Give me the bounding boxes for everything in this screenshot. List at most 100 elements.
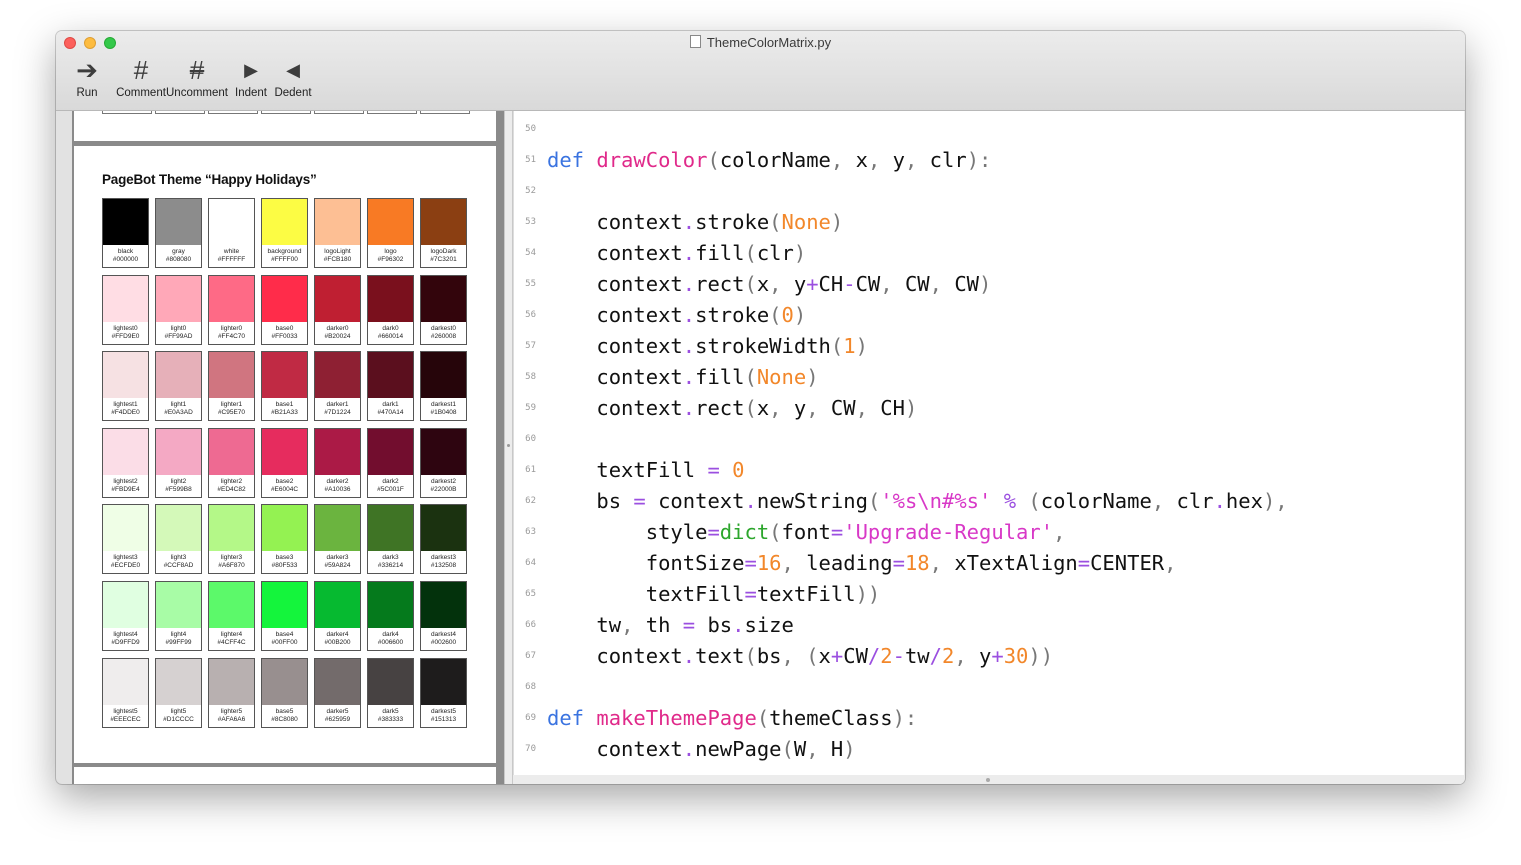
color-swatch-dark5: dark5 #383333 [367, 657, 414, 728]
swatch-name: lighter4 [220, 631, 243, 638]
divider-handle-icon[interactable] [507, 444, 510, 447]
swatch-hex: #5C001F [377, 485, 404, 493]
color-swatch-dark0: dark0 #660014 [367, 274, 414, 345]
swatch-fill [421, 275, 466, 322]
swatch-name: light4 [170, 631, 187, 638]
toolbar-comment-button[interactable]: # Comment [115, 55, 167, 99]
hash-slash-icon: # [189, 55, 205, 85]
code-line[interactable]: 67 context.text(bs, (x+CW/2-tw/2, y+30)) [514, 641, 1464, 672]
color-swatch-logoDark: logoDark #7C3201 [420, 198, 467, 268]
color-swatch-lighter5: lighter5 #AFA6A6 [208, 657, 255, 728]
color-swatch-lighter3: lighter3 #A6F870 [208, 504, 255, 575]
code-line[interactable]: 54 context.fill(clr) [514, 238, 1464, 269]
swatch-hex: #808080 [165, 256, 192, 263]
code-line[interactable]: 50 [514, 114, 1464, 145]
color-swatch-darkest0: darkest0 #260008 [420, 274, 467, 345]
line-number: 64 [525, 558, 536, 568]
swatch-name: dark0 [382, 324, 399, 332]
code-line[interactable]: 68 [514, 672, 1464, 703]
swatch-fill [368, 428, 413, 475]
swatch-hex: #F599B8 [165, 485, 192, 493]
swatch-name: darker2 [326, 477, 349, 485]
swatch-name: lightest0 [113, 324, 138, 332]
swatch-hex: #E0A3AD [164, 409, 193, 417]
swatch-name: lightest1 [113, 401, 138, 409]
code-text: style=dict(font='Upgrade-Regular', [547, 520, 1066, 544]
swatch-fill [421, 199, 466, 245]
code-line[interactable]: 57 context.strokeWidth(1) [514, 331, 1464, 362]
swatch-fill [262, 582, 307, 628]
color-swatch-lightest0: lightest0 #FFD9E0 [102, 274, 149, 345]
color-swatch-darker1: darker1 #7D1224 [314, 351, 361, 422]
code-line[interactable]: 69 def makeThemePage(themeClass): [514, 703, 1464, 734]
code-line[interactable]: 58 context.fill(None) [514, 362, 1464, 393]
horizontal-scrollbar[interactable] [513, 776, 1463, 784]
code-line[interactable]: 55 context.rect(x, y+CH-CW, CW, CW) [514, 269, 1464, 300]
code-line[interactable]: 60 [514, 424, 1464, 455]
swatch-hex: #625959 [324, 715, 351, 723]
code-line[interactable]: 62 bs = context.newString('%s\n#%s' % (c… [514, 486, 1464, 517]
code-line[interactable]: 65 textFill=textFill)) [514, 579, 1464, 610]
swatch-hex: #F4DDE0 [111, 409, 140, 417]
toolbar-indent-button[interactable]: ▶ Indent [234, 55, 268, 99]
swatch-fill [103, 428, 148, 475]
swatch-name: light5 [170, 707, 187, 715]
swatch-name: darkest5 [431, 707, 456, 715]
code-line[interactable]: 52 [514, 176, 1464, 207]
code-line[interactable]: 71 [514, 765, 1464, 775]
scroll-handle-icon[interactable] [986, 778, 990, 782]
swatch-fill [368, 505, 413, 552]
color-swatch-background: background #FFFF00 [261, 198, 308, 268]
swatch-fill [262, 352, 307, 399]
color-swatch-base4: base4 #00FF00 [261, 581, 308, 651]
toolbar-dedent-button[interactable]: ◀ Dedent [273, 55, 313, 99]
color-swatch-logo: logo #F96302 [367, 198, 414, 268]
toolbar-run-button[interactable]: ➔ Run [75, 55, 99, 99]
code-line[interactable]: 53 context.stroke(None) [514, 207, 1464, 238]
code-line[interactable]: 56 context.stroke(0) [514, 300, 1464, 331]
swatch-fill [262, 505, 307, 552]
previous-page-swatch-edge [314, 111, 364, 114]
code-line[interactable]: 51 def drawColor(colorName, x, y, clr): [514, 145, 1464, 176]
swatch-fill [368, 658, 413, 705]
preview-pane[interactable]: PageBot Theme “Happy Holidays” black #000… [56, 111, 504, 784]
code-editor[interactable]: 50 51 def drawColor(colorName, x, y, clr):… [513, 111, 1464, 775]
swatch-name: logoLight [324, 248, 351, 255]
color-swatch-darker5: darker5 #625959 [314, 657, 361, 728]
swatch-hex: #151313 [430, 715, 457, 723]
toolbar-uncomment-button[interactable]: # Uncomment [165, 55, 229, 99]
swatch-name: logo [384, 248, 397, 255]
color-swatch-lightest3: lightest3 #ECFDE0 [102, 504, 149, 575]
swatch-fill [209, 505, 254, 552]
color-swatch-light3: light3 #CCF8AD [155, 504, 202, 575]
swatch-fill [262, 658, 307, 705]
swatch-fill [368, 352, 413, 399]
code-line[interactable]: 70 context.newPage(W, H) [514, 734, 1464, 765]
python-file-icon [689, 35, 701, 48]
color-swatch-lighter2: lighter2 #ED4C82 [208, 427, 255, 498]
code-line[interactable]: 64 fontSize=16, leading=18, xTextAlign=C… [514, 548, 1464, 579]
code-text: context.stroke(0) [547, 303, 807, 327]
color-swatch-darkest3: darkest3 #132508 [420, 504, 467, 575]
swatch-fill [368, 582, 413, 628]
swatch-fill [421, 505, 466, 552]
swatch-hex: #ED4C82 [217, 485, 246, 493]
code-line[interactable]: 59 context.rect(x, y, CW, CH) [514, 393, 1464, 424]
code-line[interactable]: 61 textFill = 0 [514, 455, 1464, 486]
split-divider[interactable] [504, 111, 513, 784]
code-text: context.newPage(W, H) [547, 737, 856, 761]
swatch-name: light3 [170, 554, 187, 562]
swatch-name: gray [172, 248, 185, 255]
toolbar-label: Comment [116, 87, 166, 99]
swatch-hex: #A10036 [324, 485, 351, 493]
line-number: 53 [525, 217, 536, 227]
code-line[interactable]: 66 tw, th = bs.size [514, 610, 1464, 641]
code-line[interactable]: 63 style=dict(font='Upgrade-Regular', [514, 517, 1464, 548]
swatch-hex: #660014 [377, 332, 404, 340]
swatch-name: darker4 [326, 631, 349, 638]
code-text: tw, th = bs.size [547, 613, 794, 637]
swatch-name: black [117, 248, 134, 255]
code-text: def makeThemePage(themeClass): [547, 706, 918, 730]
swatch-hex: #000000 [112, 256, 139, 263]
color-swatch-base3: base3 #80F533 [261, 504, 308, 575]
